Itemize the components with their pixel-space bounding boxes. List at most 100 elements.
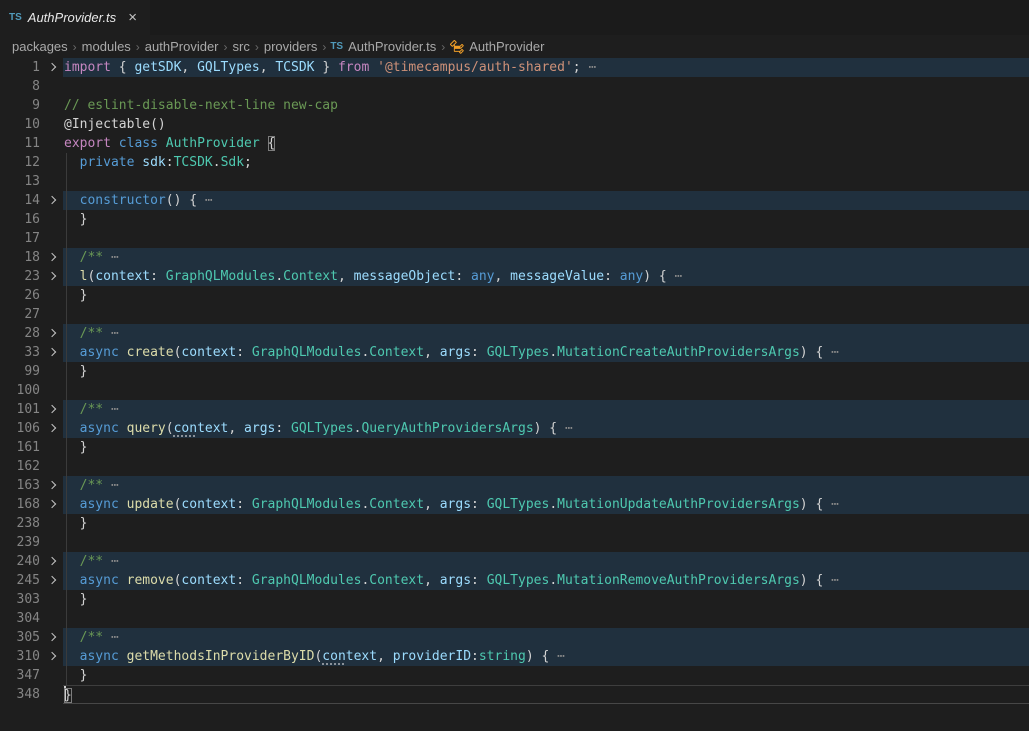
code-line-content[interactable]: } [63,666,1029,685]
fold-chevron-icon[interactable] [47,405,55,413]
fold-gutter[interactable] [40,248,63,267]
code-token: query [127,421,166,436]
tab-authprovider-ts[interactable]: TS AuthProvider.ts × [0,0,150,35]
gutter-spacer [40,305,63,324]
fold-gutter[interactable] [40,400,63,419]
code-line-content[interactable] [63,457,1029,476]
breadcrumb-folder[interactable]: src [232,39,251,54]
code-line-content[interactable] [63,533,1029,552]
code-line-content[interactable]: /** ⋯ [63,476,1029,495]
code-token: TCSDK [275,60,314,75]
code-line-content[interactable]: } [63,685,1029,704]
code-line-content[interactable]: } [63,286,1029,305]
code-line-content[interactable]: /** ⋯ [63,552,1029,571]
code-token: private [80,155,143,170]
fold-placeholder[interactable]: ⋯ [111,478,119,493]
fold-gutter[interactable] [40,628,63,647]
code-line-content[interactable]: } [63,514,1029,533]
fold-placeholder[interactable]: ⋯ [831,573,839,588]
fold-gutter[interactable] [40,191,63,210]
breadcrumb-folder[interactable]: authProvider [144,39,220,54]
code-line-content[interactable]: async create(context: GraphQLModules.Con… [63,343,1029,362]
code-line-content[interactable]: export class AuthProvider { [63,134,1029,153]
code-line-content[interactable]: } [63,210,1029,229]
fold-gutter[interactable] [40,476,63,495]
fold-placeholder[interactable]: ⋯ [111,326,119,341]
fold-chevron-icon[interactable] [47,272,55,280]
code-line-content[interactable]: @Injectable() [63,115,1029,134]
fold-chevron-icon[interactable] [47,633,55,641]
fold-gutter[interactable] [40,419,63,438]
code-line-content[interactable]: /** ⋯ [63,400,1029,419]
code-line-content[interactable]: async remove(context: GraphQLModules.Con… [63,571,1029,590]
fold-placeholder[interactable]: ⋯ [831,497,839,512]
code-editor[interactable]: 1import { getSDK, GQLTypes, TCSDK } from… [0,58,1029,731]
fold-gutter[interactable] [40,647,63,666]
fold-gutter[interactable] [40,552,63,571]
breadcrumb-separator-icon: › [73,40,77,54]
code-line-content[interactable]: private sdk:TCSDK.Sdk; [63,153,1029,172]
code-line-content[interactable]: l(context: GraphQLModules.Context, messa… [63,267,1029,286]
code-token: GraphQLModules [252,573,362,588]
fold-chevron-icon[interactable] [47,253,55,261]
fold-placeholder[interactable]: ⋯ [831,345,839,360]
code-line-content[interactable] [63,172,1029,191]
code-line-content[interactable]: // eslint-disable-next-line new-cap [63,96,1029,115]
code-line-content[interactable]: } [63,362,1029,381]
fold-chevron-icon[interactable] [47,196,55,204]
fold-placeholder[interactable]: ⋯ [557,649,565,664]
code-line-content[interactable] [63,77,1029,96]
close-tab-icon[interactable]: × [125,9,140,26]
fold-gutter[interactable] [40,324,63,343]
code-line-content[interactable]: /** ⋯ [63,248,1029,267]
fold-placeholder[interactable]: ⋯ [111,402,119,417]
fold-placeholder[interactable]: ⋯ [111,554,119,569]
code-line-content[interactable] [63,609,1029,628]
code-line-content[interactable]: async query(context, args: GQLTypes.Quer… [63,419,1029,438]
fold-placeholder[interactable]: ⋯ [205,193,213,208]
indent-guide [66,153,67,172]
code-line-content[interactable]: /** ⋯ [63,628,1029,647]
fold-placeholder[interactable]: ⋯ [111,630,119,645]
fold-placeholder[interactable]: ⋯ [565,421,573,436]
fold-chevron-icon[interactable] [47,481,55,489]
breadcrumb-folder[interactable]: packages [11,39,69,54]
fold-gutter[interactable] [40,495,63,514]
code-line-content[interactable]: } [63,438,1029,457]
code-line-content[interactable]: /** ⋯ [63,324,1029,343]
fold-chevron-icon[interactable] [47,500,55,508]
code-line-content[interactable] [63,305,1029,324]
code-token: : [455,269,471,284]
fold-gutter[interactable] [40,267,63,286]
tab-bar: TS AuthProvider.ts × [0,0,1029,35]
code-line-content[interactable]: import { getSDK, GQLTypes, TCSDK } from … [63,58,1029,77]
code-line-content[interactable]: } [63,590,1029,609]
fold-gutter[interactable] [40,343,63,362]
code-line-content[interactable]: async update(context: GraphQLModules.Con… [63,495,1029,514]
breadcrumb-folder[interactable]: providers [263,39,318,54]
breadcrumb-symbol[interactable]: AuthProvider [468,39,545,54]
code-line-content[interactable]: constructor() { ⋯ [63,191,1029,210]
fold-chevron-icon[interactable] [47,652,55,660]
code-token: GQLTypes [487,497,550,512]
code-line-content[interactable] [63,381,1029,400]
code-line-content[interactable] [63,229,1029,248]
fold-chevron-icon[interactable] [47,348,55,356]
fold-chevron-icon[interactable] [47,557,55,565]
fold-chevron-icon[interactable] [47,576,55,584]
code-token: constructor [80,193,166,208]
fold-chevron-icon[interactable] [47,329,55,337]
code-line-content[interactable]: async getMethodsInProviderByID(context, … [63,647,1029,666]
breadcrumb-file[interactable]: AuthProvider.ts [347,39,437,54]
line-number: 17 [0,229,40,248]
fold-chevron-icon[interactable] [47,424,55,432]
fold-gutter[interactable] [40,571,63,590]
code-token: : [471,345,487,360]
gutter-spacer [40,172,63,191]
fold-chevron-icon[interactable] [47,63,55,71]
fold-placeholder[interactable]: ⋯ [675,269,683,284]
breadcrumb-folder[interactable]: modules [81,39,132,54]
fold-placeholder[interactable]: ⋯ [111,250,119,265]
fold-placeholder[interactable]: ⋯ [588,60,596,75]
fold-gutter[interactable] [40,58,63,77]
